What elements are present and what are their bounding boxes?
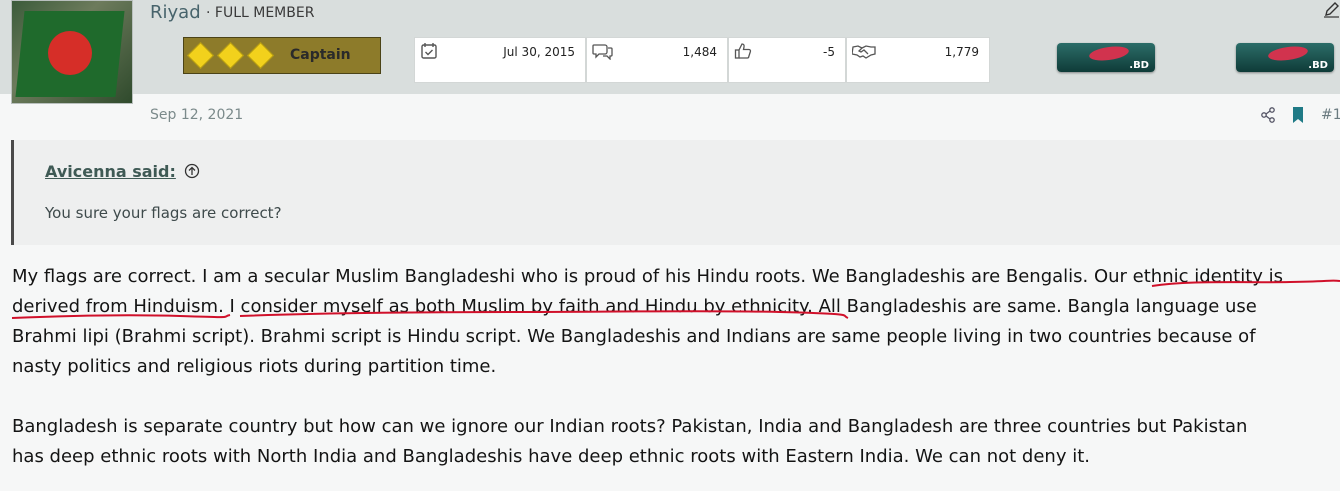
quote-text: You sure your flags are correct? — [45, 204, 282, 222]
stat-value: Jul 30, 2015 — [503, 45, 575, 59]
handshake-icon — [852, 45, 876, 59]
stat-value: -5 — [823, 45, 835, 59]
country-flag-badge: .BD — [1057, 43, 1155, 72]
stat-messages: 1,484 — [586, 37, 728, 83]
rank-badge: Captain — [183, 37, 381, 74]
body-line: has deep ethnic roots with North India a… — [12, 446, 1090, 467]
avatar-flag-circle — [48, 31, 92, 75]
quote-block: Avicenna said: You sure your flags are c… — [11, 140, 1340, 245]
flag-label: .BD — [1308, 60, 1328, 71]
quote-author-link[interactable]: Avicenna said: — [45, 162, 176, 181]
stat-joined: Jul 30, 2015 — [414, 37, 586, 83]
flag-red-shape — [1088, 44, 1130, 63]
flag-red-shape — [1267, 44, 1309, 63]
flag-label: .BD — [1129, 60, 1149, 71]
calendar-check-icon — [421, 43, 437, 59]
post-number-link[interactable]: #1 — [1321, 107, 1340, 123]
rank-label: Captain — [290, 47, 351, 63]
pencil-icon[interactable] — [1323, 2, 1340, 18]
user-avatar[interactable] — [11, 0, 133, 104]
body-line: derived from Hinduism. I consider myself… — [12, 296, 1257, 317]
stat-value: 1,779 — [944, 45, 979, 59]
message-bubbles-icon — [592, 44, 613, 60]
body-line: Brahmi lipi (Brahmi script). Brahmi scri… — [12, 326, 1256, 347]
arrow-up-circle-icon[interactable] — [184, 163, 200, 179]
username-link[interactable]: Riyad — [150, 2, 201, 23]
stat-reactions: -5 — [728, 37, 846, 83]
body-line: Bangladesh is separate country but how c… — [12, 416, 1248, 437]
rank-diamond-icon — [247, 42, 274, 69]
stat-value: 1,484 — [682, 45, 717, 59]
stat-trophy: 1,779 — [846, 37, 990, 83]
post-body: My flags are correct. I am a secular Mus… — [12, 262, 1340, 472]
share-icon[interactable] — [1260, 107, 1276, 123]
rank-diamond-icon — [187, 42, 214, 69]
body-line: nasty politics and religious riots durin… — [12, 356, 497, 377]
body-line: My flags are correct. I am a secular Mus… — [12, 266, 1284, 287]
thumbs-up-icon — [734, 43, 752, 59]
user-title: · FULL MEMBER — [206, 5, 315, 21]
rank-diamond-icon — [217, 42, 244, 69]
bookmark-icon[interactable] — [1291, 106, 1305, 124]
country-flag-badge: .BD — [1236, 43, 1334, 72]
post-date-link[interactable]: Sep 12, 2021 — [150, 107, 243, 123]
